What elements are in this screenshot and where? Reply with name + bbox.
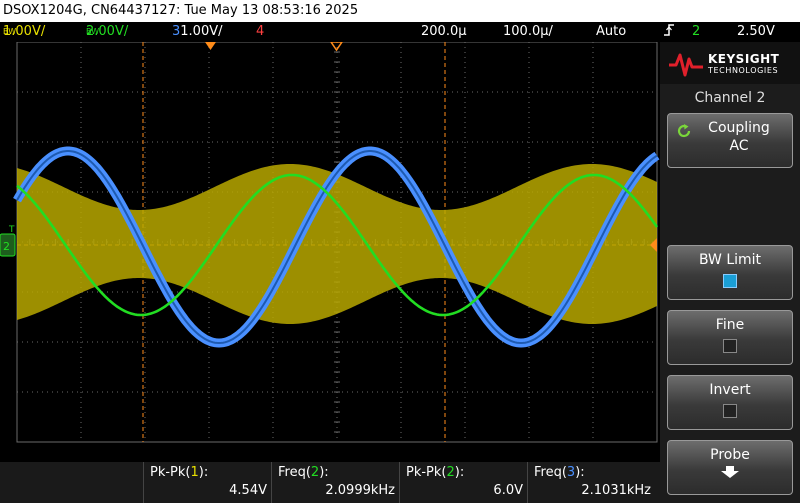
window-title: DSOX1204G, CN64437127: Tue May 13 08:53:… [0,0,800,22]
waveform-display[interactable]: 2 T [0,42,660,462]
channel3-scale[interactable]: 3 1.00V/ [172,22,222,42]
channel1-scale-value: 1.00V/ [3,24,46,39]
bw-limit-softkey[interactable]: BW Limit [667,245,793,300]
down-arrow-icon [721,466,739,478]
channel3-number: 3 [172,24,181,39]
trigger-level[interactable]: 2.50V [737,22,775,42]
measurement-value: 6.0V [493,483,523,498]
horizontal-delay[interactable]: 200.0µ [421,22,467,42]
measurement-pkpk-ch1[interactable]: Pk-Pk(1): 4.54V [143,462,271,503]
measurement-value: 2.0999kHz [325,483,395,498]
keysight-wave-icon [669,53,703,77]
invert-checkbox[interactable] [723,404,737,418]
coupling-value: AC [729,138,749,154]
measurement-freq-ch2[interactable]: Freq(2): 2.0999kHz [271,462,399,503]
trigger-reference-marker [330,42,343,52]
brand-name: KEYSIGHT [708,52,780,66]
fine-label: Fine [715,317,745,333]
bw-limit-checkbox[interactable] [723,274,737,288]
brand-sub: TECHNOLOGIES [708,66,779,75]
svg-text:2: 2 [3,240,10,253]
softkey-panel: KEYSIGHT TECHNOLOGIES Channel 2 Coupling… [660,42,800,503]
probe-label: Probe [710,447,750,463]
horizontal-timebase[interactable]: 100.0µ/ [503,22,553,42]
invert-softkey[interactable]: Invert [667,375,793,430]
trigger-channel[interactable]: 2 [692,22,700,42]
brand-logo: KEYSIGHT TECHNOLOGIES [660,42,800,84]
probe-softkey[interactable]: Probe [667,440,793,495]
channel3-scale-value: 1.00V/ [180,24,223,39]
channel2-scale-value: 2.00V/ [86,24,129,39]
trigger-delay-marker [205,42,216,50]
measurement-freq-ch3[interactable]: Freq(3): 2.1031kHz [527,462,655,503]
coupling-softkey[interactable]: Coupling AC [667,113,793,168]
bw-limit-label: BW Limit [698,252,762,268]
menu-title: Channel 2 [694,90,766,106]
fine-checkbox[interactable] [723,339,737,353]
measurement-pkpk-ch2[interactable]: Pk-Pk(2): 6.0V [399,462,527,503]
fine-softkey[interactable]: Fine [667,310,793,365]
cycle-arrow-icon [677,124,691,138]
trigger-mode[interactable]: Auto [596,22,626,42]
measurement-value: 2.1031kHz [581,483,651,498]
status-bar: BW 1.00V/ BW 2.00V/ 3 1.00V/ 4 200.0µ 100.… [0,22,800,42]
measurement-bar: Pk-Pk(1): 4.54V Freq(2): 2.0999kHz Pk-Pk… [0,462,660,503]
channel4-number[interactable]: 4 [256,22,264,42]
trigger-t-marker-icon: T [8,225,15,235]
invert-label: Invert [709,382,751,398]
measurement-value: 4.54V [229,483,267,498]
channel2-ground-marker: 2 [0,233,16,257]
